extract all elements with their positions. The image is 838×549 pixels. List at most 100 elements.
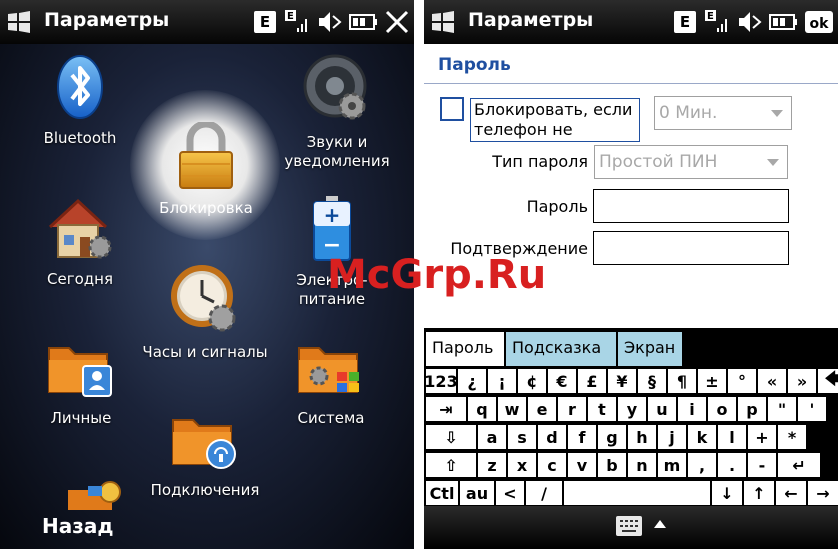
key[interactable]: € (548, 369, 576, 393)
key[interactable]: 123 (424, 369, 458, 393)
key[interactable]: ↵ (778, 453, 820, 477)
lock-timeout-dropdown[interactable]: 0 Мин. (654, 96, 792, 130)
key[interactable]: ↓ (712, 481, 742, 505)
key[interactable]: ¥ (608, 369, 636, 393)
back-softkey[interactable]: Назад (42, 514, 114, 538)
key[interactable]: q (468, 397, 496, 421)
key[interactable]: n (628, 453, 656, 477)
windows-start-icon[interactable] (6, 10, 32, 34)
speaker-muted-icon[interactable] (316, 8, 342, 36)
tab-hint[interactable]: Подсказка (506, 332, 616, 366)
key[interactable]: → (808, 481, 838, 505)
password-type-dropdown[interactable]: Простой ПИН (594, 145, 788, 179)
key[interactable]: i (678, 397, 706, 421)
key[interactable]: ← (776, 481, 806, 505)
key[interactable]: y (618, 397, 646, 421)
key[interactable]: ¢ (518, 369, 546, 393)
tile-connections[interactable]: Подключения (150, 410, 260, 500)
password-input[interactable] (593, 189, 789, 223)
key[interactable]: s (508, 425, 536, 449)
key[interactable]: b (598, 453, 626, 477)
key[interactable]: e (528, 397, 556, 421)
key[interactable]: g (598, 425, 626, 449)
key[interactable]: Ctl (426, 481, 458, 505)
network-e-icon[interactable]: E (252, 8, 278, 36)
ok-icon[interactable]: ok (804, 8, 834, 36)
bottom-softkey-bar (424, 506, 838, 549)
signal-strength-icon[interactable]: E (704, 8, 730, 36)
key[interactable]: ⇧ (426, 453, 476, 477)
window-title: Параметры (468, 9, 594, 31)
key[interactable]: f (568, 425, 596, 449)
network-e-icon[interactable]: E (672, 8, 698, 36)
window-title: Параметры (44, 9, 170, 31)
key-space[interactable] (564, 481, 710, 505)
key[interactable]: ¶ (668, 369, 696, 393)
key[interactable]: « (758, 369, 786, 393)
tile-today[interactable]: Сегодня (40, 195, 120, 289)
key[interactable]: w (498, 397, 526, 421)
tile-clock[interactable]: Часы и сигналы (140, 264, 270, 362)
key[interactable]: < (496, 481, 524, 505)
key[interactable]: c (538, 453, 566, 477)
partial-tile-icon[interactable] (62, 480, 126, 510)
tab-password[interactable]: Пароль (426, 332, 504, 366)
key[interactable]: m (658, 453, 686, 477)
key[interactable]: ± (698, 369, 726, 393)
confirm-input[interactable] (593, 231, 789, 265)
key[interactable]: * (778, 425, 806, 449)
speaker-muted-icon[interactable] (736, 8, 762, 36)
lock-checkbox-label[interactable]: Блокировать, если телефон не (470, 98, 640, 142)
key[interactable]: a (478, 425, 506, 449)
tile-sounds[interactable]: Звуки и уведомления (282, 52, 392, 171)
signal-strength-icon[interactable]: E (284, 8, 310, 36)
key[interactable]: , (688, 453, 716, 477)
input-menu-arrow-icon[interactable] (654, 520, 666, 528)
key[interactable]: / (526, 481, 562, 505)
tile-label: Блокировка (159, 199, 253, 217)
key[interactable]: § (638, 369, 666, 393)
key[interactable]: ¡ (488, 369, 516, 393)
tile-system[interactable]: Система (288, 338, 374, 428)
key[interactable]: h (628, 425, 656, 449)
key[interactable]: t (588, 397, 616, 421)
key[interactable]: 🡄 (818, 369, 838, 393)
keyboard-icon[interactable] (616, 516, 642, 536)
key[interactable]: k (688, 425, 716, 449)
key[interactable]: + (748, 425, 776, 449)
key[interactable]: £ (578, 369, 606, 393)
key[interactable]: » (788, 369, 816, 393)
tile-lock[interactable]: Блокировка (150, 120, 262, 218)
tile-label: Часы и сигналы (142, 343, 268, 361)
key[interactable]: x (508, 453, 536, 477)
battery-icon[interactable] (348, 8, 378, 36)
tab-screen[interactable]: Экран (618, 332, 682, 366)
tile-bluetooth[interactable]: Bluetooth (34, 54, 126, 148)
key[interactable]: au (460, 481, 494, 505)
folder-network-icon (172, 419, 236, 469)
key[interactable]: . (718, 453, 746, 477)
key[interactable]: z (478, 453, 506, 477)
key[interactable]: ° (728, 369, 756, 393)
key[interactable]: ⇩ (426, 425, 476, 449)
key[interactable]: " (768, 397, 796, 421)
close-icon[interactable] (384, 8, 410, 36)
tile-label: Bluetooth (43, 129, 117, 147)
key[interactable]: l (718, 425, 746, 449)
key[interactable]: o (708, 397, 736, 421)
key[interactable]: p (738, 397, 766, 421)
key[interactable]: ↑ (744, 481, 774, 505)
battery-icon[interactable] (768, 8, 798, 36)
key[interactable]: ⇥ (426, 397, 466, 421)
key[interactable]: v (568, 453, 596, 477)
key[interactable]: u (648, 397, 676, 421)
key[interactable]: ' (798, 397, 826, 421)
windows-start-icon[interactable] (430, 10, 456, 34)
lock-checkbox[interactable] (440, 97, 464, 121)
key[interactable]: r (558, 397, 586, 421)
key[interactable]: d (538, 425, 566, 449)
key[interactable]: j (658, 425, 686, 449)
key[interactable]: ¿ (458, 369, 486, 393)
key[interactable]: - (748, 453, 776, 477)
tile-personal[interactable]: Личные (38, 338, 124, 428)
